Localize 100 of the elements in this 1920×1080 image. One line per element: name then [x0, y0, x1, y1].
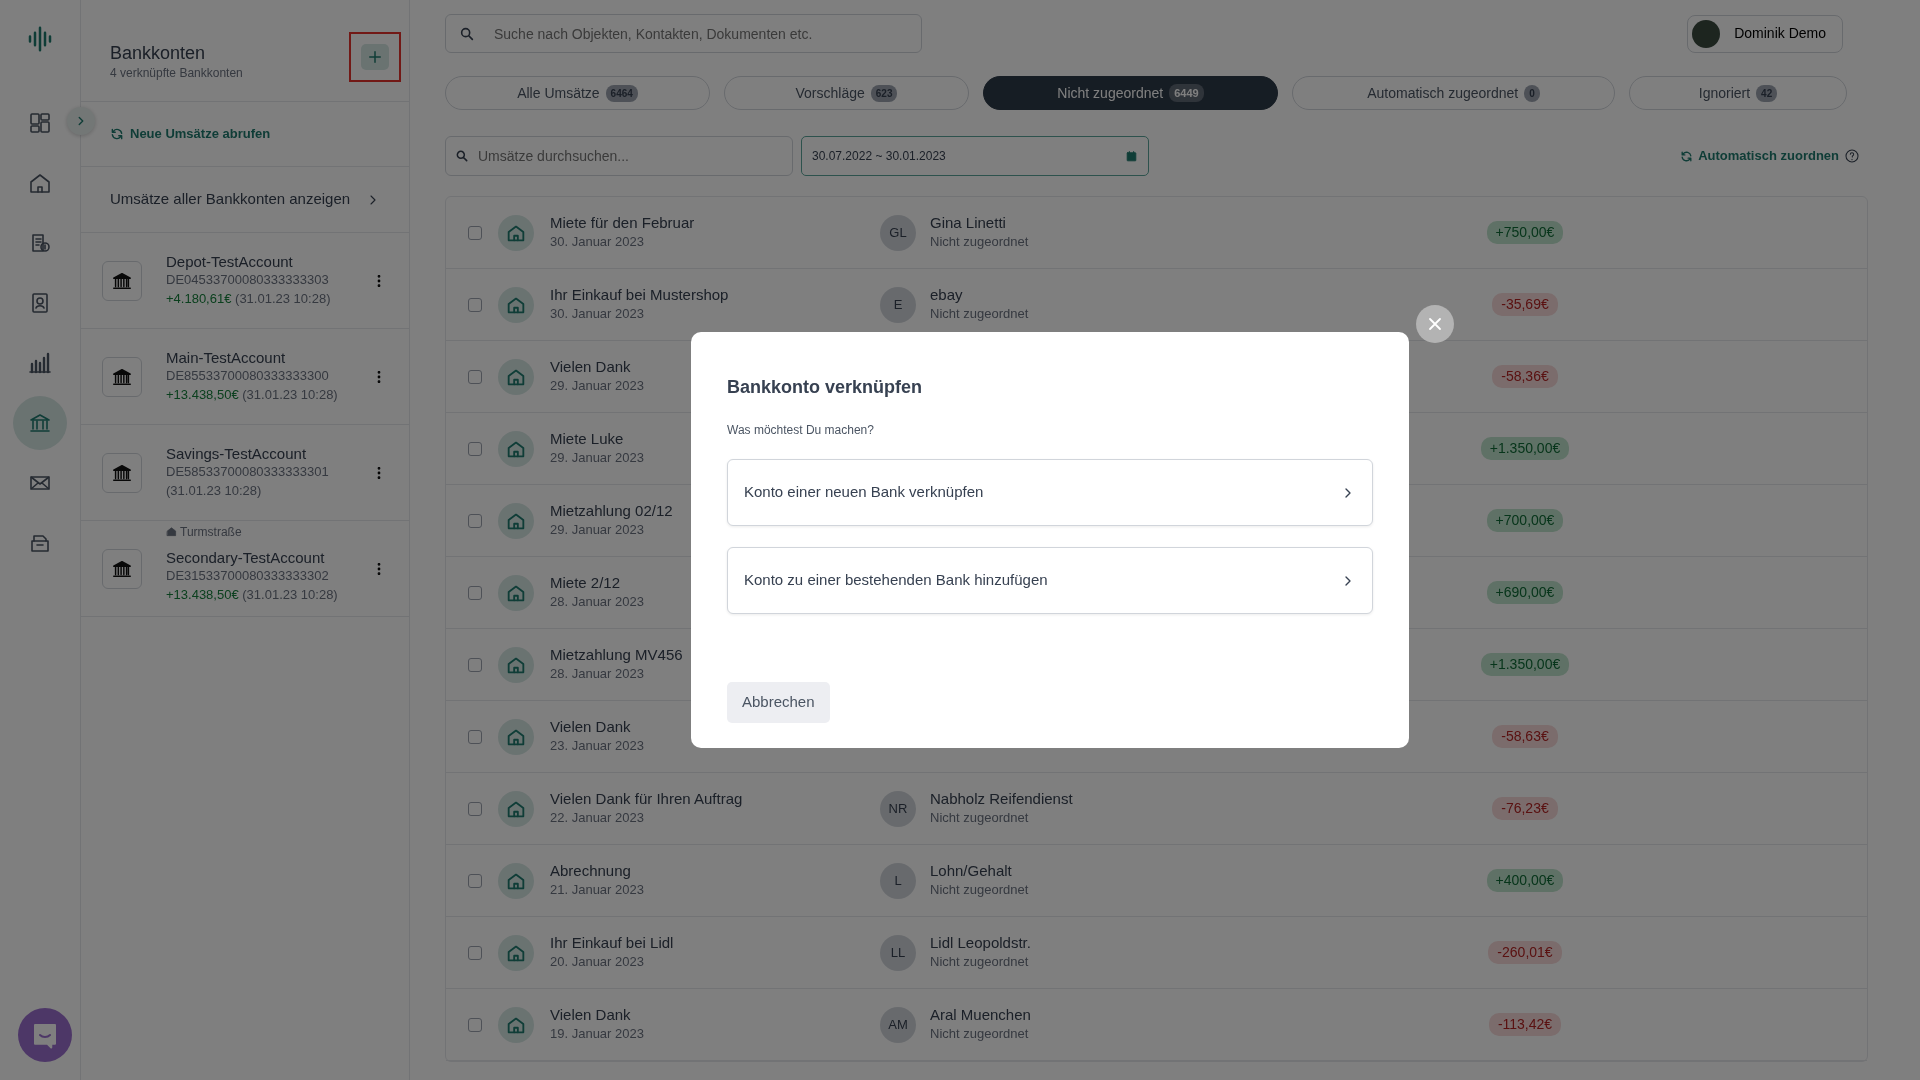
dialog-prompt: Was möchtest Du machen? — [727, 422, 875, 439]
amount-badge: -76,23€ — [1492, 797, 1558, 820]
dialog-option[interactable]: Konto einer neuen Bank verknüpfen — [727, 459, 1373, 526]
amount-badge: -35,69€ — [1492, 293, 1558, 316]
amount-badge: +700,00€ — [1486, 509, 1564, 532]
auto-assign-link[interactable]: Automatisch zuordnen — [1698, 146, 1839, 166]
dialog-title: Bankkonto verknüpfen — [727, 376, 924, 399]
close-button[interactable] — [1416, 305, 1454, 343]
transaction-title: Ihr Einkauf bei Lidl — [550, 933, 674, 952]
transaction-title: Vielen Dank — [550, 1005, 631, 1024]
transaction-date: 29. Januar 2023 — [550, 448, 644, 467]
account-iban: DE85533700080333333300 — [166, 366, 330, 385]
row-checkbox[interactable] — [468, 873, 482, 888]
assignment-status: Nicht zugeordnet — [930, 808, 1029, 827]
account-iban: DE31533700080333333302 — [166, 566, 330, 585]
transaction-date: 30. Januar 2023 — [550, 232, 644, 251]
contact-name: Aral Muenchen — [930, 1005, 1031, 1024]
balance-timestamp: (31.01.23 10:28) — [235, 290, 331, 306]
account-iban: DE04533700080333333303 — [166, 270, 330, 289]
chat-button[interactable] — [18, 1008, 72, 1062]
expand-button[interactable] — [67, 107, 95, 135]
row-checkbox[interactable] — [468, 585, 482, 600]
search-icon — [455, 149, 469, 163]
contact-initials: LL — [880, 934, 916, 971]
row-checkbox[interactable] — [468, 1017, 482, 1032]
row-checkbox[interactable] — [468, 369, 482, 384]
calendar-icon — [1125, 149, 1138, 163]
cancel-button[interactable]: Abbrechen — [727, 682, 830, 723]
amount-badge: +750,00€ — [1486, 221, 1564, 244]
contact-name: ebay — [930, 285, 963, 304]
contact-name: Lohn/Gehalt — [930, 861, 1012, 880]
transaction-date: 22. Januar 2023 — [550, 808, 644, 827]
refresh-icon — [1680, 149, 1694, 163]
amount-badge: +400,00€ — [1486, 869, 1564, 892]
account-balance: +4.180,61€ — [166, 290, 232, 306]
home-icon — [28, 171, 52, 195]
date-range-value: 30.07.2022 ~ 30.01.2023 — [812, 148, 946, 165]
row-checkbox[interactable] — [468, 801, 482, 816]
row-checkbox[interactable] — [468, 441, 482, 456]
transaction-date: 23. Januar 2023 — [550, 736, 644, 755]
amount-badge: -58,36€ — [1492, 365, 1558, 388]
row-checkbox[interactable] — [468, 297, 482, 312]
search-icon — [459, 26, 475, 42]
transaction-date: 21. Januar 2023 — [550, 880, 644, 899]
assignment-status: Nicht zugeordnet — [930, 880, 1029, 899]
transaction-title: Abrechnung — [550, 861, 631, 880]
link-label: Umsätze aller Bankkonten anzeigen — [110, 189, 351, 210]
contact-initials: GL — [880, 214, 916, 251]
all-transactions-link[interactable]: Umsätze aller Bankkonten anzeigen — [81, 167, 409, 233]
tab-label: Ignoriert — [1698, 83, 1751, 103]
amount-badge: -58,63€ — [1492, 725, 1558, 748]
transaction-title: Vielen Dank — [550, 717, 631, 736]
row-checkbox[interactable] — [468, 729, 482, 744]
transaction-title: Vielen Dank — [550, 357, 631, 376]
row-checkbox[interactable] — [468, 513, 482, 528]
user-name: Dominik Demo — [1734, 24, 1826, 43]
contact-initials: L — [880, 862, 916, 899]
tab-label: Nicht zugeordnet — [1057, 83, 1164, 103]
account-name: Savings-TestAccount — [166, 444, 308, 463]
refresh-icon — [110, 127, 124, 141]
contact-initials: E — [880, 286, 916, 323]
transaction-date: 28. Januar 2023 — [550, 592, 644, 611]
refresh-link[interactable]: Neue Umsätze abrufen — [130, 124, 271, 144]
assignment-status: Nicht zugeordnet — [930, 304, 1029, 323]
account-iban: DE58533700080333333301 — [166, 462, 329, 481]
transaction-search-field[interactable]: Umsätze durchsuchen... — [445, 136, 793, 176]
add-account-button[interactable] — [361, 44, 389, 70]
transaction-title: Miete für den Februar — [550, 213, 695, 232]
date-range-field[interactable]: 30.07.2022 ~ 30.01.2023 — [801, 136, 1149, 176]
account-balance: +13.438,50€ — [166, 586, 239, 602]
transaction-title: Miete Luke — [550, 429, 624, 448]
account-name: Secondary-TestAccount — [166, 548, 326, 567]
account-tag: Turmstraße — [180, 522, 242, 541]
bank-icon — [28, 411, 52, 435]
row-checkbox[interactable] — [468, 657, 482, 672]
transaction-date: 30. Januar 2023 — [550, 304, 644, 323]
transaction-date: 28. Januar 2023 — [550, 664, 644, 683]
transaction-date: 19. Januar 2023 — [550, 1024, 644, 1043]
user-menu-button[interactable]: Dominik Demo — [1687, 14, 1843, 53]
contact-initials: NR — [880, 790, 916, 827]
contact-name: Nabholz Reifendienst — [930, 789, 1073, 808]
plus-icon — [366, 48, 384, 66]
balance-timestamp: (31.01.23 10:28) — [166, 482, 262, 498]
bar-chart-icon — [28, 351, 52, 375]
assignment-status: Nicht zugeordnet — [930, 952, 1029, 971]
row-checkbox[interactable] — [468, 945, 482, 960]
dialog-option[interactable]: Konto zu einer bestehenden Bank hinzufügen — [727, 547, 1373, 614]
transaction-title: Ihr Einkauf bei Mustershop — [550, 285, 729, 304]
row-checkbox[interactable] — [468, 225, 482, 240]
contact-name: Gina Linetti — [930, 213, 1006, 232]
home-icon — [166, 526, 177, 538]
transaction-date: 20. Januar 2023 — [550, 952, 644, 971]
filter-tab[interactable]: Nicht zugeordnet 6449 — [983, 76, 1278, 110]
global-search-field[interactable]: Suche nach Objekten, Kontakten, Dokumenten etc. — [445, 14, 922, 53]
help-icon — [1844, 148, 1860, 164]
bank-nav-button[interactable] — [13, 396, 67, 450]
tab-label: Automatisch zugeordnet — [1367, 83, 1519, 103]
account-name: Depot-TestAccount — [166, 252, 294, 271]
panel-title: Bankkonten — [110, 44, 207, 64]
transaction-title: Mietzahlung MV456 — [550, 645, 683, 664]
